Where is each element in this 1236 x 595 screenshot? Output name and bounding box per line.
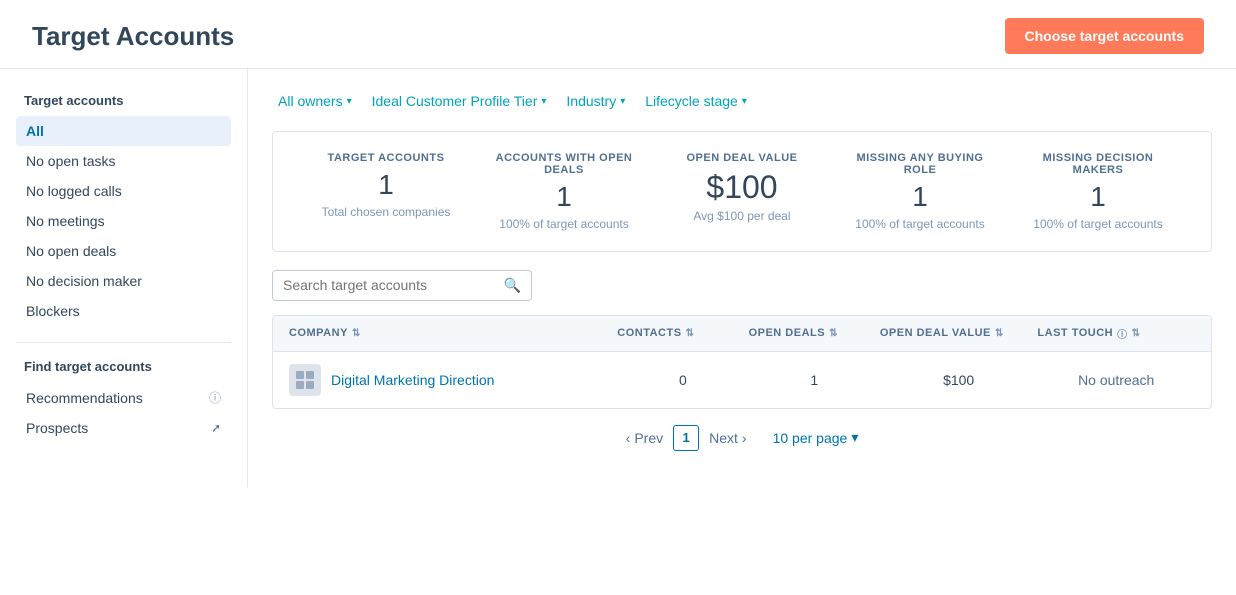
sidebar-item-no-logged-calls[interactable]: No logged calls [16,176,231,206]
choose-target-accounts-button[interactable]: Choose target accounts [1005,18,1204,54]
filter-owners[interactable]: All owners ▾ [272,89,358,113]
next-button[interactable]: Next › [709,430,746,446]
accounts-table: COMPANY ⇅ CONTACTS ⇅ OPEN DEALS ⇅ OPEN D… [272,315,1212,409]
sort-icon[interactable]: ⇅ [1132,328,1141,339]
company-name-link[interactable]: Digital Marketing Direction [331,372,494,388]
sidebar-item-blockers[interactable]: Blockers [16,296,231,326]
search-box: 🔍 [272,270,532,301]
td-last-touch: No outreach [1037,372,1195,388]
chevron-down-icon: ▾ [541,96,546,107]
pagination: ‹ Prev 1 Next › 10 per page ▾ [272,409,1212,467]
company-icon [289,364,321,396]
th-last-touch: LAST TOUCH ⓘ ⇅ [1037,326,1195,341]
chevron-down-icon: ▾ [742,96,747,107]
stat-target-accounts: TARGET ACCOUNTS 1 Total chosen companies [297,152,475,231]
th-contacts: CONTACTS ⇅ [617,326,748,341]
sidebar-divider [16,342,231,343]
th-deal-value: OPEN DEAL VALUE ⇅ [880,326,1038,341]
search-icon: 🔍 [504,277,521,294]
page: Target Accounts Choose target accounts T… [0,0,1236,595]
chevron-down-icon: ▾ [620,96,625,107]
chevron-down-icon: ▾ [347,96,352,107]
sidebar-item-no-open-deals[interactable]: No open deals [16,236,231,266]
sidebar-item-no-open-tasks[interactable]: No open tasks [16,146,231,176]
table-row: Digital Marketing Direction 0 1 $100 No … [273,352,1211,408]
th-open-deals: OPEN DEALS ⇅ [749,326,880,341]
header: Target Accounts Choose target accounts [0,0,1236,69]
content-area: Target accounts All No open tasks No log… [0,69,1236,487]
find-section-title: Find target accounts [16,359,231,374]
prev-button[interactable]: ‹ Prev [626,430,663,446]
stat-open-deal-value: OPEN DEAL VALUE $100 Avg $100 per deal [653,152,831,231]
stat-missing-decision-makers: MISSING DECISION MAKERS 1 100% of target… [1009,152,1187,231]
per-page-dropdown[interactable]: 10 per page ▾ [773,429,859,446]
sidebar-item-prospects[interactable]: Prospects ➚ [16,413,231,443]
sort-icon[interactable]: ⇅ [995,328,1004,339]
sidebar: Target accounts All No open tasks No log… [0,69,248,487]
table-header: COMPANY ⇅ CONTACTS ⇅ OPEN DEALS ⇅ OPEN D… [273,316,1211,352]
stats-box: TARGET ACCOUNTS 1 Total chosen companies… [272,131,1212,252]
sidebar-item-recommendations[interactable]: Recommendations ⓘ [16,382,231,413]
td-contacts: 0 [617,372,748,388]
th-company: COMPANY ⇅ [289,326,617,341]
td-open-deals: 1 [749,372,880,388]
info-icon: ⓘ [1117,326,1128,341]
sidebar-section-title: Target accounts [16,93,231,108]
main-content: All owners ▾ Ideal Customer Profile Tier… [248,69,1236,487]
sidebar-item-no-meetings[interactable]: No meetings [16,206,231,236]
page-title: Target Accounts [32,21,234,52]
td-deal-value: $100 [880,372,1038,388]
chevron-left-icon: ‹ [626,430,631,446]
search-input[interactable] [283,277,504,293]
sort-icon[interactable]: ⇅ [686,328,695,339]
search-row: 🔍 [272,270,1212,301]
stat-accounts-open-deals: ACCOUNTS WITH OPEN DEALS 1 100% of targe… [475,152,653,231]
filter-industry[interactable]: Industry ▾ [560,89,631,113]
chevron-down-icon: ▾ [851,429,858,446]
filters-row: All owners ▾ Ideal Customer Profile Tier… [272,89,1212,113]
sidebar-item-all[interactable]: All [16,116,231,146]
sort-icon[interactable]: ⇅ [829,328,838,339]
stat-missing-buying-role: MISSING ANY BUYING ROLE 1 100% of target… [831,152,1009,231]
current-page[interactable]: 1 [673,425,699,451]
chevron-right-icon: › [742,430,747,446]
filter-icp[interactable]: Ideal Customer Profile Tier ▾ [366,89,553,113]
company-grid-icon [296,371,314,389]
sort-icon[interactable]: ⇅ [352,328,361,339]
info-icon: ⓘ [209,389,221,406]
sidebar-item-no-decision-maker[interactable]: No decision maker [16,266,231,296]
filter-lifecycle[interactable]: Lifecycle stage ▾ [639,89,753,113]
td-company: Digital Marketing Direction [289,364,617,396]
external-link-icon: ➚ [211,421,221,435]
